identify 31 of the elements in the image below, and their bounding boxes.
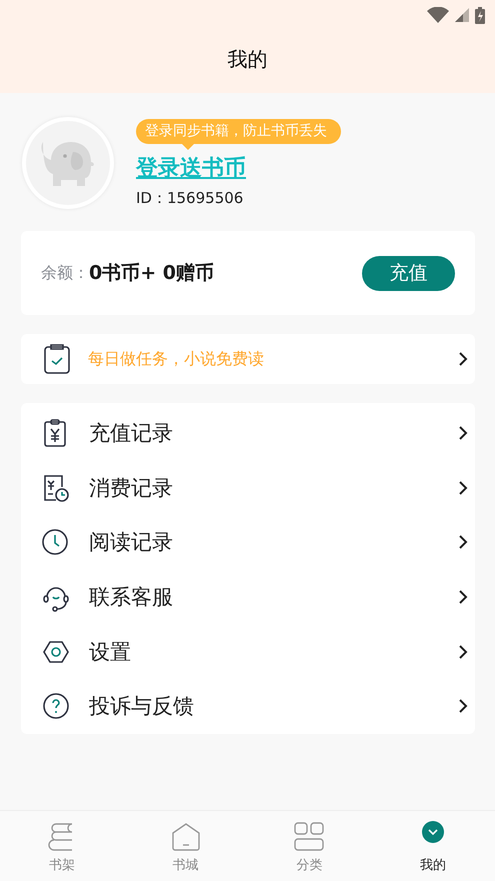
chevron-right-icon: [457, 644, 469, 660]
bill-clock-icon: [41, 472, 71, 503]
tooltip-bubble: 登录同步书籍，防止书币丢失: [136, 118, 341, 144]
chevron-right-icon: [457, 351, 469, 367]
task-text: 每日做任务，小说免费读: [88, 348, 265, 370]
chevron-right-icon: [457, 534, 469, 550]
user-id: ID：15695506: [136, 188, 244, 208]
top-up-button[interactable]: 充值: [362, 256, 455, 290]
chevron-right-icon: [457, 425, 469, 442]
tooltip-pointer: [182, 144, 194, 150]
wifi-icon: [427, 7, 449, 23]
house-icon: [170, 821, 202, 852]
clipboard-check-icon: [44, 344, 70, 374]
nav-tab[interactable]: 我的: [371, 811, 495, 881]
balance-value: 0书币+ 0赠币: [89, 261, 215, 286]
chevron-right-icon: [457, 480, 469, 496]
battery-icon: [475, 6, 485, 24]
balance-label: 余额：: [41, 262, 89, 284]
question-circle-icon: [41, 691, 71, 722]
menu-item[interactable]: 充值记录: [21, 406, 475, 461]
clock-icon: [41, 527, 71, 558]
menu-item[interactable]: 设置: [21, 624, 475, 679]
menu-item[interactable]: 阅读记录: [21, 515, 475, 570]
menu-item[interactable]: 消费记录: [21, 460, 475, 516]
menu-item[interactable]: 联系客服: [21, 570, 475, 624]
grid-icon: [293, 821, 326, 852]
chevron-right-icon: [457, 589, 469, 606]
menu-item[interactable]: 投诉与反馈: [21, 678, 475, 734]
page-title: 我的: [226, 46, 268, 73]
chevron-right-icon: [457, 698, 469, 714]
signal-icon: [455, 8, 469, 22]
